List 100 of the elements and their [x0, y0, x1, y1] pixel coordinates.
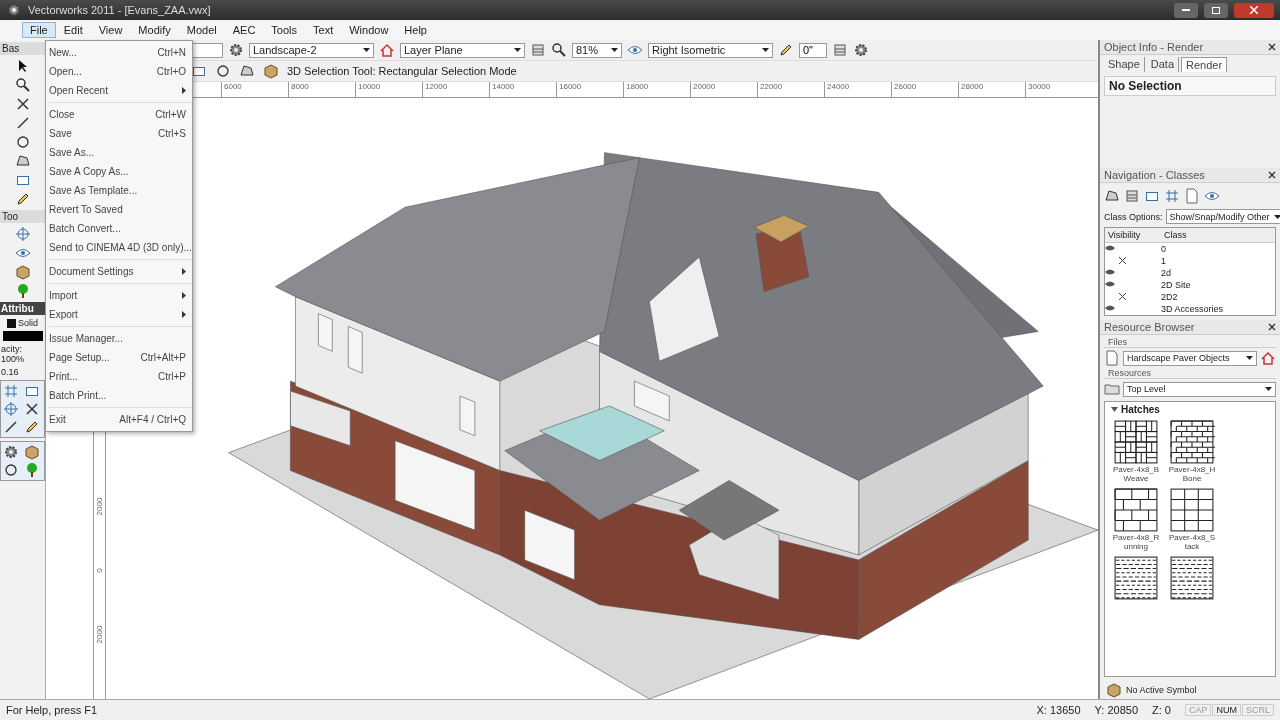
close-icon[interactable] [1268, 43, 1276, 51]
menu-entry[interactable]: New... Ctrl+N [46, 43, 192, 62]
line-weight-field[interactable]: 0.16 [0, 367, 45, 377]
home-icon[interactable] [1260, 350, 1276, 366]
menu-entry[interactable]: Send to CINEMA 4D (3D only)... [46, 238, 192, 257]
layers-icon[interactable] [1124, 188, 1140, 204]
panel-tab[interactable]: Render [1181, 57, 1228, 72]
hatch-pattern-icon[interactable] [1113, 555, 1159, 601]
section-title[interactable]: Hatches [1121, 404, 1160, 415]
menu-item[interactable]: File [22, 22, 56, 38]
cross-mark-icon[interactable] [1119, 293, 1126, 300]
close-button[interactable] [1234, 2, 1274, 18]
menu-entry[interactable]: Save As Template... [46, 181, 192, 200]
column-header[interactable]: Visibility [1105, 230, 1161, 240]
pencil-icon[interactable] [14, 191, 31, 207]
hatch-pattern-icon[interactable] [1169, 555, 1215, 601]
circle-icon[interactable] [215, 63, 231, 79]
line-icon[interactable] [3, 419, 19, 435]
angle-field[interactable]: 0" [799, 42, 827, 58]
cross-icon[interactable] [14, 96, 31, 112]
layers-icon[interactable] [530, 42, 546, 58]
menu-item[interactable]: Text [305, 22, 342, 38]
eye-icon[interactable] [1105, 244, 1115, 252]
layers-icon[interactable] [832, 42, 848, 58]
cross-mark-icon[interactable] [1119, 257, 1126, 264]
close-icon[interactable] [1268, 171, 1276, 179]
menu-entry[interactable]: Batch Convert... [46, 219, 192, 238]
menu-entry[interactable]: Save Ctrl+S [46, 124, 192, 143]
view-dropdown[interactable]: Right Isometric [648, 42, 773, 58]
close-icon[interactable] [1268, 323, 1276, 331]
pen-color-swatch[interactable] [2, 331, 43, 341]
hatch-pattern-icon[interactable] [1169, 487, 1215, 533]
menu-item[interactable]: AEC [224, 22, 264, 38]
menu-item[interactable]: Modify [130, 22, 179, 38]
zoom-icon[interactable] [551, 42, 567, 58]
document-icon[interactable] [1184, 188, 1200, 204]
layer-dropdown[interactable]: Landscape-2 [249, 42, 374, 58]
menu-entry[interactable]: Export [46, 305, 192, 324]
circle-icon[interactable] [14, 134, 31, 150]
plane-dropdown[interactable]: Layer Plane [400, 42, 525, 58]
hatch-pattern-icon[interactable] [1169, 419, 1215, 465]
class-name[interactable]: 1 [1161, 256, 1275, 266]
menu-item[interactable]: Tools [263, 22, 306, 38]
menu-entry[interactable]: Revert To Saved [46, 200, 192, 219]
class-name[interactable]: 2d [1161, 268, 1275, 278]
class-name[interactable]: 3D Accessories [1161, 304, 1275, 314]
crosshair-icon[interactable] [14, 226, 31, 242]
menu-item[interactable]: View [90, 22, 131, 38]
grid-icon[interactable] [3, 383, 19, 399]
folder-dropdown[interactable]: Top Level [1123, 381, 1276, 397]
zoom-icon[interactable] [14, 77, 31, 93]
menu-entry[interactable]: Exit Alt+F4 / Ctrl+Q [46, 410, 192, 429]
menu-entry[interactable]: Batch Print... [46, 386, 192, 405]
circle-icon[interactable] [3, 462, 19, 478]
menu-item[interactable]: Model [178, 22, 225, 38]
menu-entry[interactable]: Open Recent [46, 81, 192, 100]
menu-item[interactable]: Edit [55, 22, 91, 38]
menu-entry[interactable]: Save As... [46, 143, 192, 162]
class-name[interactable]: 2D Site [1161, 280, 1275, 290]
class-options-dropdown[interactable]: Show/Snap/Modify Other [1165, 209, 1280, 224]
zoom-dropdown[interactable]: 81% [572, 42, 622, 58]
file-dropdown[interactable]: Hardscape Paver Objects [1123, 350, 1257, 366]
document-icon[interactable] [1104, 350, 1120, 366]
maximize-button[interactable] [1204, 2, 1228, 18]
polygon-icon[interactable] [239, 63, 255, 79]
menu-entry[interactable]: Close Ctrl+W [46, 105, 192, 124]
gear-icon[interactable] [6, 2, 22, 18]
polygon-icon[interactable] [1104, 188, 1120, 204]
menu-entry[interactable]: Page Setup... Ctrl+Alt+P [46, 348, 192, 367]
gear-icon[interactable] [3, 444, 19, 460]
class-name[interactable]: 0 [1161, 244, 1275, 254]
home-icon[interactable] [379, 42, 395, 58]
menu-entry[interactable]: Issue Manager... [46, 329, 192, 348]
hatch-pattern-icon[interactable] [1113, 419, 1159, 465]
eye-icon[interactable] [1105, 304, 1115, 312]
gear-icon[interactable] [853, 42, 869, 58]
pencil-icon[interactable] [778, 42, 794, 58]
panel-tab[interactable]: Data [1146, 57, 1180, 72]
menu-entry[interactable]: Import [46, 286, 192, 305]
gear-icon[interactable] [228, 42, 244, 58]
expand-triangle-icon[interactable] [1111, 406, 1118, 413]
palette-tab[interactable]: Bas [0, 42, 45, 55]
menu-entry[interactable]: Open... Ctrl+O [46, 62, 192, 81]
menu-item[interactable]: Window [341, 22, 397, 38]
house-3d-drawing[interactable] [228, 152, 1098, 699]
menu-entry[interactable]: Document Settings [46, 262, 192, 281]
palette-tab[interactable]: Too [0, 210, 45, 223]
cross-icon[interactable] [23, 401, 40, 417]
panel-tab[interactable]: Shape [1104, 57, 1145, 72]
grid-icon[interactable] [1164, 188, 1180, 204]
menu-entry[interactable]: Print... Ctrl+P [46, 367, 192, 386]
menu-item[interactable]: Help [396, 22, 435, 38]
class-name[interactable]: 2D2 [1161, 292, 1275, 302]
hatch-pattern-icon[interactable] [1113, 487, 1159, 533]
fill-style-dropdown[interactable]: Solid [7, 318, 38, 328]
minimize-button[interactable] [1174, 2, 1198, 18]
pencil-icon[interactable] [23, 419, 40, 435]
menu-entry[interactable]: Save A Copy As... [46, 162, 192, 181]
polygon-icon[interactable] [14, 153, 31, 169]
column-header[interactable]: Class [1161, 230, 1275, 240]
